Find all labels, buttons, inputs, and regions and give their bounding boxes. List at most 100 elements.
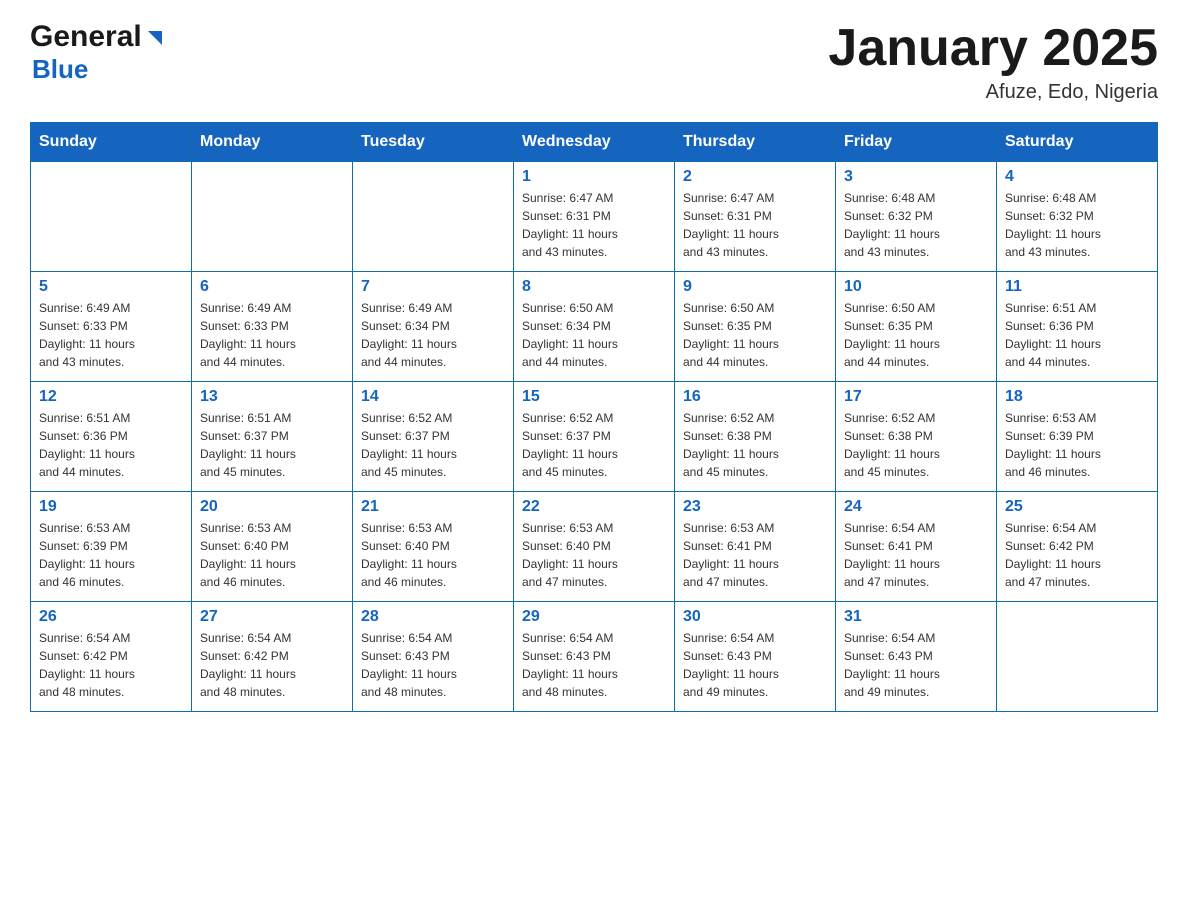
day-number: 3 xyxy=(844,168,988,186)
weekday-header-saturday: Saturday xyxy=(997,123,1158,162)
calendar-week-row: 1 Sunrise: 6:47 AM Sunset: 6:31 PM Daylig… xyxy=(31,162,1158,272)
calendar-cell xyxy=(192,162,353,272)
calendar-cell: 13 Sunrise: 6:51 AM Sunset: 6:37 PM Dayli… xyxy=(192,382,353,492)
weekday-header-friday: Friday xyxy=(836,123,997,162)
calendar-table: SundayMondayTuesdayWednesdayThursdayFrid… xyxy=(30,122,1158,712)
day-info: Sunrise: 6:52 AM Sunset: 6:37 PM Dayligh… xyxy=(522,409,666,481)
day-info: Sunrise: 6:54 AM Sunset: 6:42 PM Dayligh… xyxy=(1005,519,1149,591)
calendar-cell: 1 Sunrise: 6:47 AM Sunset: 6:31 PM Daylig… xyxy=(514,162,675,272)
day-info: Sunrise: 6:54 AM Sunset: 6:42 PM Dayligh… xyxy=(39,629,183,701)
day-number: 24 xyxy=(844,498,988,516)
calendar-cell: 30 Sunrise: 6:54 AM Sunset: 6:43 PM Dayli… xyxy=(675,602,836,712)
calendar-cell: 24 Sunrise: 6:54 AM Sunset: 6:41 PM Dayli… xyxy=(836,492,997,602)
day-info: Sunrise: 6:50 AM Sunset: 6:34 PM Dayligh… xyxy=(522,299,666,371)
day-info: Sunrise: 6:48 AM Sunset: 6:32 PM Dayligh… xyxy=(844,189,988,261)
day-info: Sunrise: 6:50 AM Sunset: 6:35 PM Dayligh… xyxy=(844,299,988,371)
calendar-cell xyxy=(353,162,514,272)
day-number: 18 xyxy=(1005,388,1149,406)
day-info: Sunrise: 6:52 AM Sunset: 6:38 PM Dayligh… xyxy=(683,409,827,481)
day-number: 6 xyxy=(200,278,344,296)
day-info: Sunrise: 6:54 AM Sunset: 6:43 PM Dayligh… xyxy=(522,629,666,701)
calendar-cell: 29 Sunrise: 6:54 AM Sunset: 6:43 PM Dayli… xyxy=(514,602,675,712)
calendar-cell xyxy=(31,162,192,272)
calendar-cell: 16 Sunrise: 6:52 AM Sunset: 6:38 PM Dayli… xyxy=(675,382,836,492)
day-number: 26 xyxy=(39,608,183,626)
day-number: 7 xyxy=(361,278,505,296)
weekday-header-tuesday: Tuesday xyxy=(353,123,514,162)
day-number: 19 xyxy=(39,498,183,516)
calendar-subtitle: Afuze, Edo, Nigeria xyxy=(828,81,1158,104)
day-info: Sunrise: 6:52 AM Sunset: 6:38 PM Dayligh… xyxy=(844,409,988,481)
day-number: 23 xyxy=(683,498,827,516)
day-number: 20 xyxy=(200,498,344,516)
calendar-cell xyxy=(997,602,1158,712)
day-info: Sunrise: 6:53 AM Sunset: 6:40 PM Dayligh… xyxy=(361,519,505,591)
calendar-title: January 2025 xyxy=(828,20,1158,77)
day-info: Sunrise: 6:53 AM Sunset: 6:39 PM Dayligh… xyxy=(1005,409,1149,481)
logo-blue-text: Blue xyxy=(32,54,88,84)
calendar-cell: 8Sunrise: 6:50 AM Sunset: 6:34 PM Daylig… xyxy=(514,272,675,382)
day-info: Sunrise: 6:52 AM Sunset: 6:37 PM Dayligh… xyxy=(361,409,505,481)
day-info: Sunrise: 6:48 AM Sunset: 6:32 PM Dayligh… xyxy=(1005,189,1149,261)
calendar-week-row: 26 Sunrise: 6:54 AM Sunset: 6:42 PM Dayli… xyxy=(31,602,1158,712)
calendar-week-row: 19 Sunrise: 6:53 AM Sunset: 6:39 PM Dayli… xyxy=(31,492,1158,602)
day-number: 29 xyxy=(522,608,666,626)
day-number: 17 xyxy=(844,388,988,406)
calendar-cell: 27 Sunrise: 6:54 AM Sunset: 6:42 PM Dayli… xyxy=(192,602,353,712)
calendar-cell: 9Sunrise: 6:50 AM Sunset: 6:35 PM Daylig… xyxy=(675,272,836,382)
calendar-week-row: 12 Sunrise: 6:51 AM Sunset: 6:36 PM Dayli… xyxy=(31,382,1158,492)
calendar-cell: 18 Sunrise: 6:53 AM Sunset: 6:39 PM Dayli… xyxy=(997,382,1158,492)
calendar-cell: 7Sunrise: 6:49 AM Sunset: 6:34 PM Daylig… xyxy=(353,272,514,382)
calendar-cell: 20 Sunrise: 6:53 AM Sunset: 6:40 PM Dayli… xyxy=(192,492,353,602)
day-info: Sunrise: 6:53 AM Sunset: 6:39 PM Dayligh… xyxy=(39,519,183,591)
day-info: Sunrise: 6:51 AM Sunset: 6:36 PM Dayligh… xyxy=(1005,299,1149,371)
weekday-header-monday: Monday xyxy=(192,123,353,162)
calendar-cell: 11Sunrise: 6:51 AM Sunset: 6:36 PM Dayli… xyxy=(997,272,1158,382)
day-info: Sunrise: 6:53 AM Sunset: 6:40 PM Dayligh… xyxy=(522,519,666,591)
day-info: Sunrise: 6:54 AM Sunset: 6:42 PM Dayligh… xyxy=(200,629,344,701)
weekday-header-row: SundayMondayTuesdayWednesdayThursdayFrid… xyxy=(31,123,1158,162)
logo-triangle-icon xyxy=(144,27,166,49)
day-number: 10 xyxy=(844,278,988,296)
calendar-cell: 19 Sunrise: 6:53 AM Sunset: 6:39 PM Dayli… xyxy=(31,492,192,602)
day-number: 16 xyxy=(683,388,827,406)
calendar-cell: 22 Sunrise: 6:53 AM Sunset: 6:40 PM Dayli… xyxy=(514,492,675,602)
calendar-cell: 6Sunrise: 6:49 AM Sunset: 6:33 PM Daylig… xyxy=(192,272,353,382)
day-info: Sunrise: 6:47 AM Sunset: 6:31 PM Dayligh… xyxy=(522,189,666,261)
calendar-cell: 10 Sunrise: 6:50 AM Sunset: 6:35 PM Dayli… xyxy=(836,272,997,382)
day-number: 2 xyxy=(683,168,827,186)
calendar-cell: 3 Sunrise: 6:48 AM Sunset: 6:32 PM Daylig… xyxy=(836,162,997,272)
day-number: 22 xyxy=(522,498,666,516)
day-number: 31 xyxy=(844,608,988,626)
day-info: Sunrise: 6:54 AM Sunset: 6:43 PM Dayligh… xyxy=(361,629,505,701)
day-info: Sunrise: 6:51 AM Sunset: 6:36 PM Dayligh… xyxy=(39,409,183,481)
calendar-cell: 23 Sunrise: 6:53 AM Sunset: 6:41 PM Dayli… xyxy=(675,492,836,602)
day-number: 12 xyxy=(39,388,183,406)
day-info: Sunrise: 6:51 AM Sunset: 6:37 PM Dayligh… xyxy=(200,409,344,481)
day-number: 27 xyxy=(200,608,344,626)
day-number: 25 xyxy=(1005,498,1149,516)
day-number: 5 xyxy=(39,278,183,296)
day-info: Sunrise: 6:54 AM Sunset: 6:41 PM Dayligh… xyxy=(844,519,988,591)
calendar-cell: 26 Sunrise: 6:54 AM Sunset: 6:42 PM Dayli… xyxy=(31,602,192,712)
day-number: 4 xyxy=(1005,168,1149,186)
day-number: 9 xyxy=(683,278,827,296)
logo-general-text: General xyxy=(30,20,142,54)
logo: General Blue xyxy=(30,20,166,85)
day-number: 13 xyxy=(200,388,344,406)
calendar-cell: 5 Sunrise: 6:49 AM Sunset: 6:33 PM Daylig… xyxy=(31,272,192,382)
day-number: 30 xyxy=(683,608,827,626)
calendar-cell: 21Sunrise: 6:53 AM Sunset: 6:40 PM Dayli… xyxy=(353,492,514,602)
weekday-header-thursday: Thursday xyxy=(675,123,836,162)
day-info: Sunrise: 6:49 AM Sunset: 6:33 PM Dayligh… xyxy=(39,299,183,371)
calendar-cell: 12 Sunrise: 6:51 AM Sunset: 6:36 PM Dayli… xyxy=(31,382,192,492)
page-header: General Blue January 2025 Afuze, Edo, Ni… xyxy=(30,20,1158,104)
day-info: Sunrise: 6:54 AM Sunset: 6:43 PM Dayligh… xyxy=(844,629,988,701)
calendar-cell: 31 Sunrise: 6:54 AM Sunset: 6:43 PM Dayli… xyxy=(836,602,997,712)
day-number: 1 xyxy=(522,168,666,186)
calendar-week-row: 5 Sunrise: 6:49 AM Sunset: 6:33 PM Daylig… xyxy=(31,272,1158,382)
day-info: Sunrise: 6:54 AM Sunset: 6:43 PM Dayligh… xyxy=(683,629,827,701)
day-info: Sunrise: 6:53 AM Sunset: 6:40 PM Dayligh… xyxy=(200,519,344,591)
day-info: Sunrise: 6:53 AM Sunset: 6:41 PM Dayligh… xyxy=(683,519,827,591)
calendar-cell: 28Sunrise: 6:54 AM Sunset: 6:43 PM Dayli… xyxy=(353,602,514,712)
